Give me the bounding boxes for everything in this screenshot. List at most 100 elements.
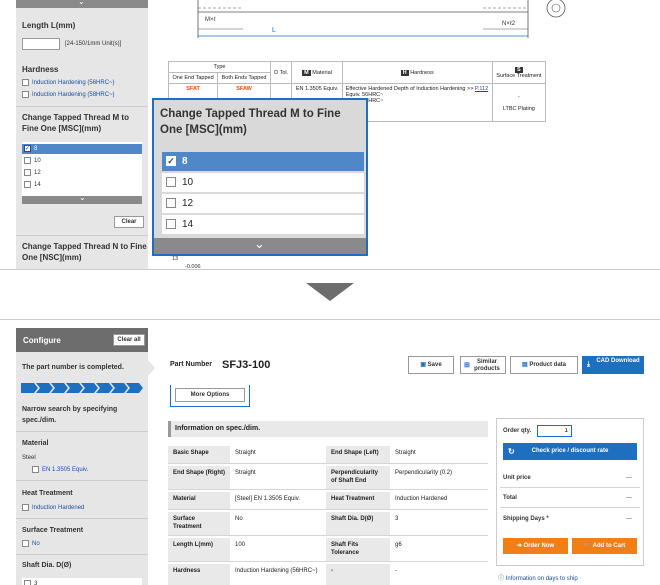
one-end-header: One End Tapped [167, 72, 219, 84]
clear-all-button[interactable]: Clear all [113, 334, 145, 346]
msc-label: Change Tapped Thread M to Fine One [MSC]… [22, 113, 129, 133]
length-label: Length L(mm) [22, 21, 76, 30]
material-label: Material [22, 440, 49, 447]
material-option[interactable]: EN 1.3505 Equiv. [32, 466, 88, 473]
add-to-cart-button[interactable]: 🛒 Add to Cart [572, 538, 637, 554]
info-icon: ⓘ [498, 576, 505, 582]
spec-label: Shaft Fits Tolerance [326, 538, 390, 562]
more-options-button[interactable]: More Options [175, 388, 245, 402]
info-header: Information on spec./dim. [175, 425, 261, 432]
spec-value: - [390, 564, 488, 585]
spec-value: Straight [390, 446, 488, 464]
spec-value: Induction Hardened [390, 492, 488, 510]
configure-header: Configure Clear all [16, 328, 148, 352]
l-dimension-label: L [272, 27, 276, 34]
material-header: M Material [291, 61, 343, 84]
top-screenshot: ⌄ Length L(mm) [24-150/1mm Unit(s)] Hard… [0, 0, 660, 270]
shaft-drawing [197, 0, 566, 38]
surface-label: Surface Treatment [22, 527, 84, 534]
msc-expand-bar[interactable]: ⌄ [22, 193, 142, 204]
spec-label: - [326, 564, 390, 585]
document-icon: ▤ [521, 362, 528, 368]
chevron-down-icon: ⌄ [254, 236, 265, 251]
spec-value: Straight [230, 466, 326, 490]
completed-message: The part number is completed. [22, 364, 124, 371]
popup-option-14[interactable]: 14 [162, 215, 364, 234]
p112-link[interactable]: P.112 [475, 86, 488, 92]
heat-label: Heat Treatment [22, 490, 73, 497]
hardness-option-56[interactable]: Induction Hardening (56HRC~) [22, 79, 115, 86]
popup-option-10[interactable]: 10 [162, 173, 364, 192]
both-end-header: Both Ends Tapped [217, 72, 271, 84]
material-group: Steel [22, 455, 36, 461]
cad-download-button[interactable]: ⤓ CAD Download [582, 356, 644, 374]
length-input[interactable] [22, 38, 60, 50]
check-price-button[interactable]: ↻ Check price / discount rate [503, 443, 637, 460]
part-number-label: Part Number [170, 361, 213, 368]
shipping-label: Shipping Days * [503, 516, 549, 522]
surface-value: - LTBC Plating [491, 83, 547, 122]
save-icon: ▣ [420, 362, 426, 368]
surface-option[interactable]: No [22, 540, 40, 547]
order-qty-label: Order qty. [503, 428, 532, 434]
table-value-13: 13 [172, 256, 179, 262]
order-qty-input[interactable] [537, 425, 572, 437]
spec-value: [Steel] EN 1.3505 Equiv. [230, 492, 326, 510]
days-to-ship-link[interactable]: ⓘ Information on days to ship [498, 573, 578, 582]
popup-expand-bar[interactable]: ⌄ [154, 236, 366, 254]
cart-icon: 🛒 [583, 543, 592, 549]
msc-option-8[interactable]: 8 [22, 144, 142, 154]
spec-value: Perpendicularity (0.2) [390, 466, 488, 490]
msc-list: 8 10 12 14 [22, 142, 142, 196]
spec-value: Induction Hardening (56HRC~) [230, 564, 326, 585]
down-arrow-icon [306, 283, 354, 301]
similar-products-button[interactable]: ⊞ Similar products [460, 356, 506, 374]
n-dimension-label: N×ℓ2 [502, 21, 516, 27]
heat-option[interactable]: Induction Hardened [22, 504, 84, 511]
part-number-value: SFJ3-100 [222, 359, 271, 371]
shaft-list: 3 [22, 578, 142, 585]
spec-label: Hardness [168, 564, 230, 585]
product-data-button[interactable]: ▤ Product data [510, 356, 578, 374]
configure-sidebar: Configure Clear all The part number is c… [16, 328, 148, 585]
arrow-icon: ➜ [516, 543, 522, 549]
hardness-label: Hardness [22, 65, 59, 74]
unit-price-value: --- [626, 475, 632, 481]
msc-option-12[interactable]: 12 [24, 169, 41, 176]
spec-label: Shaft Dia. D(Ø) [326, 512, 390, 536]
shipping-value: --- [626, 516, 632, 522]
msc-zoom-popup: Change Tapped Thread M to Fine One [MSC]… [152, 98, 368, 256]
m-dimension-label: M×ℓ [205, 17, 216, 23]
popup-option-8[interactable]: 8 [162, 152, 364, 171]
spec-value: Straight [230, 446, 326, 464]
nsc-label: Change Tapped Thread N to Fine One [NSC]… [22, 242, 147, 262]
spec-value: No [230, 512, 326, 536]
shaft-label: Shaft Dia. D(Ø) [22, 562, 72, 569]
progress-steps [21, 383, 143, 393]
dtol-header: D Tol. [269, 61, 293, 84]
total-value: --- [626, 495, 632, 501]
configure-title: Configure [23, 336, 61, 345]
save-button[interactable]: ▣ Save [408, 356, 454, 374]
spec-label: End Shape (Right) [168, 466, 230, 490]
hardness-option-58[interactable]: Induction Hardening (58HRC~) [22, 91, 115, 98]
popup-title: Change Tapped Thread M to Fine One [MSC]… [160, 108, 341, 136]
shaft-option-3[interactable]: 3 [24, 580, 37, 585]
hardness-header: H Hardness [341, 61, 493, 84]
order-now-button[interactable]: ➜ Order Now [503, 538, 568, 554]
msc-option-14[interactable]: 14 [24, 181, 41, 188]
refresh-icon: ↻ [508, 447, 515, 456]
msc-option-10[interactable]: 10 [24, 157, 41, 164]
popup-option-12[interactable]: 12 [162, 194, 364, 213]
table-value-neg: -0.006 [185, 264, 201, 270]
total-label: Total [503, 495, 517, 501]
similar-icon: ⊞ [464, 362, 470, 369]
type-header: Type [168, 61, 271, 73]
bottom-screenshot: Configure Clear all The part number is c… [0, 319, 660, 585]
length-hint: [24-150/1mm Unit(s)] [65, 41, 122, 47]
collapse-bar[interactable]: ⌄ [16, 0, 148, 8]
chevron-down-icon: ⌄ [79, 193, 86, 202]
filter-sidebar-top: ⌄ Length L(mm) [24-150/1mm Unit(s)] Hard… [16, 0, 148, 269]
msc-clear-button[interactable]: Clear [114, 216, 144, 228]
spec-value: 3 [390, 512, 488, 536]
